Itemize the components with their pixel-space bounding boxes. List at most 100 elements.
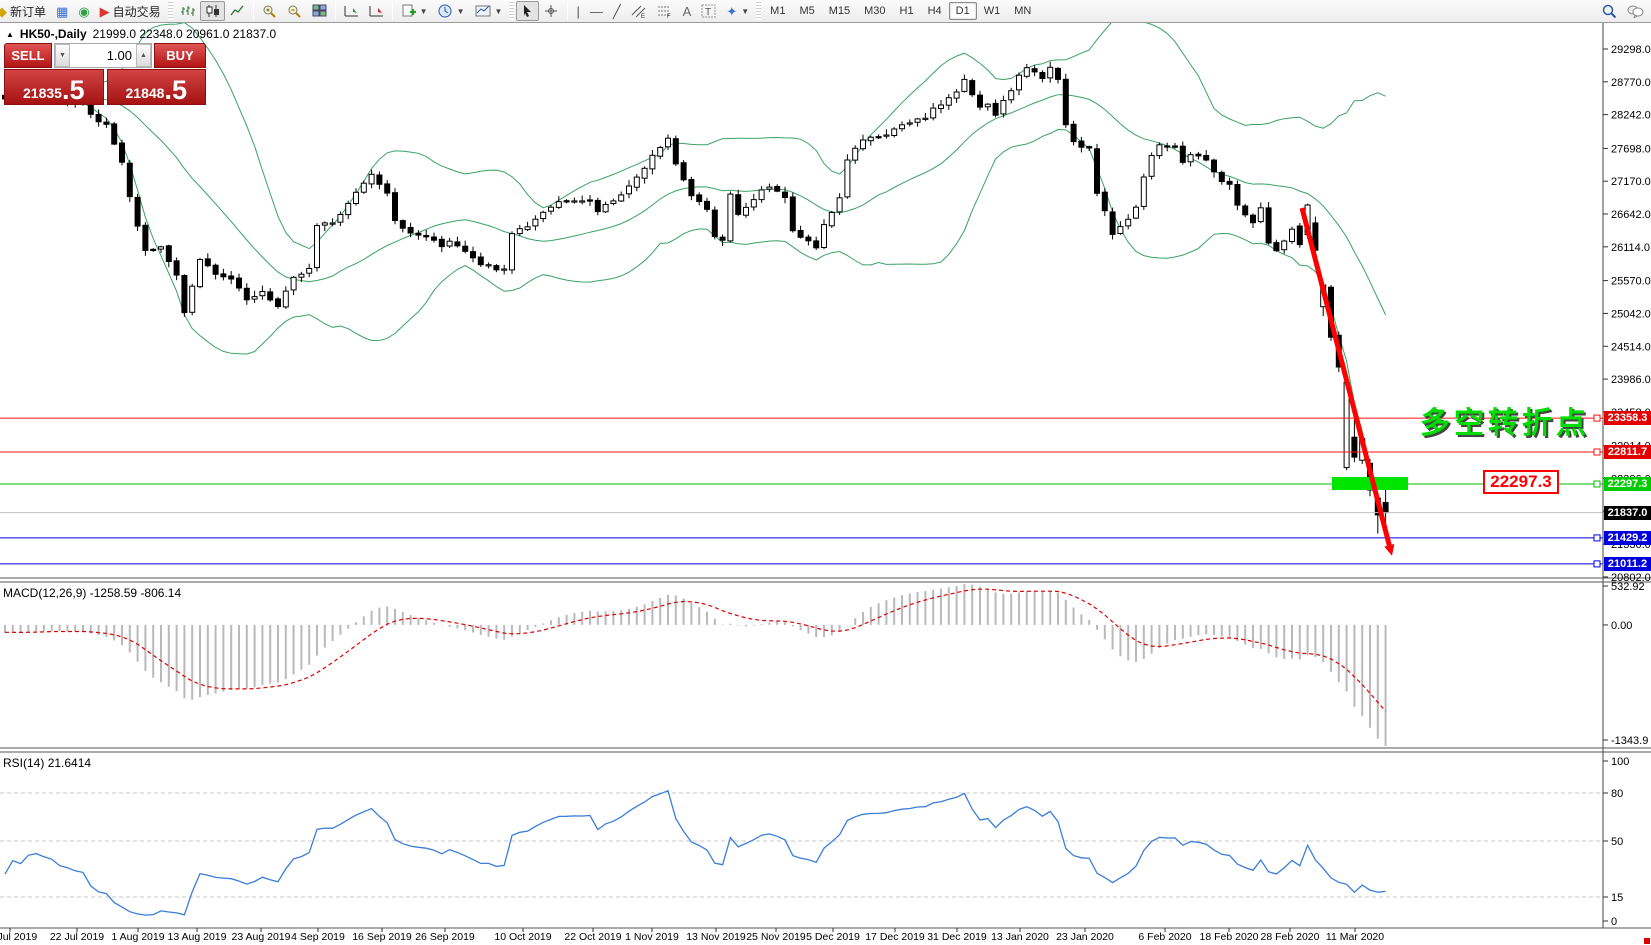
tile-windows-button[interactable]	[307, 1, 332, 21]
new-chart-button[interactable]: ▼	[396, 1, 433, 21]
cursor-button[interactable]	[516, 1, 539, 21]
timeframe-m15[interactable]: M15	[822, 2, 857, 20]
indicator-del-button[interactable]	[364, 1, 389, 21]
autotrading-button[interactable]: ▶ 自动交易	[95, 1, 166, 21]
time-axis-label[interactable]: 13 Aug 2019	[168, 931, 227, 943]
volume-value[interactable]: 1.00	[70, 48, 136, 63]
candle	[1274, 243, 1279, 251]
trend-arrow-line[interactable]	[1302, 208, 1390, 548]
candle	[837, 198, 842, 212]
line-anchor-marker[interactable]	[1594, 415, 1600, 421]
candlestick-button[interactable]	[200, 1, 225, 21]
time-axis-label[interactable]: 13 Nov 2019	[686, 931, 746, 943]
buy-price[interactable]: 21848 .5	[107, 69, 207, 105]
timeframe-h4[interactable]: H4	[921, 2, 949, 20]
timeframe-mn[interactable]: MN	[1007, 2, 1038, 20]
candle	[1040, 73, 1045, 79]
crosshair-button[interactable]	[539, 1, 564, 21]
vline-button[interactable]: |	[571, 1, 584, 21]
timeframe-m1[interactable]: M1	[763, 2, 792, 20]
line-chart-button[interactable]	[225, 1, 250, 21]
zoom-out-button[interactable]	[282, 1, 307, 21]
time-axis-label[interactable]: 18 Feb 2020	[1200, 931, 1259, 943]
candle	[595, 200, 600, 211]
candle	[299, 274, 304, 277]
chart-area[interactable]: 29298.028770.028242.027698.027170.026642…	[0, 0, 1651, 945]
candle	[143, 225, 148, 250]
fibonacci-button[interactable]: F	[652, 1, 678, 21]
time-axis-label[interactable]: 11 Mar 2020	[1326, 931, 1384, 943]
timeframe-m5[interactable]: M5	[792, 2, 821, 20]
time-axis-label[interactable]: 25 Nov 2019	[746, 931, 806, 943]
candle	[564, 201, 569, 202]
candle	[1266, 208, 1271, 243]
channel-button[interactable]: E	[626, 1, 652, 21]
line-anchor-marker[interactable]	[1594, 535, 1600, 541]
text-label-button[interactable]: T	[696, 1, 721, 21]
volume-decrease-button[interactable]: ▼	[55, 44, 70, 67]
new-order-button[interactable]: ◆ 新订单	[0, 1, 51, 21]
timeframe-d1[interactable]: D1	[949, 2, 977, 20]
candle	[494, 266, 499, 270]
trendline-button[interactable]: ╱	[608, 1, 626, 21]
cursor-icon	[521, 4, 534, 18]
time-axis-label[interactable]: 23 Jan 2020	[1056, 931, 1114, 943]
sell-button[interactable]: SELL	[4, 43, 52, 68]
volume-increase-button[interactable]: ▲	[136, 44, 151, 67]
timeframe-group: M1M5M15M30H1H4D1W1MN	[763, 2, 1038, 20]
candle	[1282, 241, 1287, 250]
timeframe-m30[interactable]: M30	[857, 2, 892, 20]
sell-price[interactable]: 21835 .5	[4, 69, 104, 105]
time-axis-label[interactable]: 17 Dec 2019	[865, 931, 925, 943]
line-anchor-marker[interactable]	[1594, 449, 1600, 455]
time-axis-label[interactable]: 10 Jul 2019	[0, 931, 37, 943]
text-button[interactable]: A	[678, 1, 697, 21]
time-axis-label[interactable]: 13 Jan 2020	[991, 931, 1049, 943]
search-button[interactable]	[1597, 1, 1622, 21]
signals-button[interactable]: ◉	[73, 1, 94, 21]
hline-button[interactable]: —	[585, 1, 608, 21]
line-anchor-marker[interactable]	[1594, 481, 1600, 487]
template-button[interactable]: ▼	[470, 1, 508, 21]
chat-button[interactable]	[1622, 1, 1649, 21]
collapse-icon[interactable]: ▲	[6, 30, 14, 39]
time-axis-label[interactable]: 10 Oct 2019	[494, 931, 551, 943]
text-icon: A	[683, 5, 692, 18]
arrows-button[interactable]: ✦ ▼	[721, 1, 754, 21]
timeframe-w1[interactable]: W1	[977, 2, 1008, 20]
candle	[541, 212, 546, 218]
time-axis-label[interactable]: 16 Sep 2019	[352, 931, 412, 943]
candle	[744, 207, 749, 215]
line-anchor-marker[interactable]	[1594, 561, 1600, 567]
period-clock-icon	[438, 4, 453, 19]
zoom-in-button[interactable]	[257, 1, 282, 21]
period-button[interactable]: ▼	[433, 1, 470, 21]
buy-button[interactable]: BUY	[154, 43, 206, 68]
timeframe-h1[interactable]: H1	[893, 2, 921, 20]
candle	[993, 103, 998, 115]
time-axis-label[interactable]: 22 Jul 2019	[50, 931, 104, 943]
candle	[845, 160, 850, 197]
toolbar-grip	[509, 2, 514, 20]
time-axis-label[interactable]: 23 Aug 2019	[232, 931, 291, 943]
time-axis-label[interactable]: 28 Feb 2020	[1261, 931, 1320, 943]
time-axis-label[interactable]: 26 Sep 2019	[415, 931, 475, 943]
candle	[580, 201, 585, 202]
time-axis-label[interactable]: 1 Nov 2019	[625, 931, 679, 943]
candle	[681, 163, 686, 180]
bar-chart-icon	[180, 4, 195, 18]
candle	[985, 104, 990, 107]
candle	[439, 239, 444, 246]
candle	[876, 137, 881, 138]
time-axis-label[interactable]: 4 Sep 2019	[291, 931, 345, 943]
market-watch-button[interactable]: ▦	[51, 1, 73, 21]
buy-price-frac: .5	[164, 78, 187, 102]
time-axis-label[interactable]: 22 Oct 2019	[564, 931, 621, 943]
indicator-add-button[interactable]	[339, 1, 364, 21]
bar-chart-button[interactable]	[175, 1, 200, 21]
time-axis-label[interactable]: 31 Dec 2019	[927, 931, 987, 943]
candle	[1251, 215, 1256, 223]
time-axis-label[interactable]: 6 Feb 2020	[1138, 931, 1191, 943]
time-axis-label[interactable]: 5 Dec 2019	[806, 931, 860, 943]
time-axis-label[interactable]: 1 Aug 2019	[111, 931, 164, 943]
